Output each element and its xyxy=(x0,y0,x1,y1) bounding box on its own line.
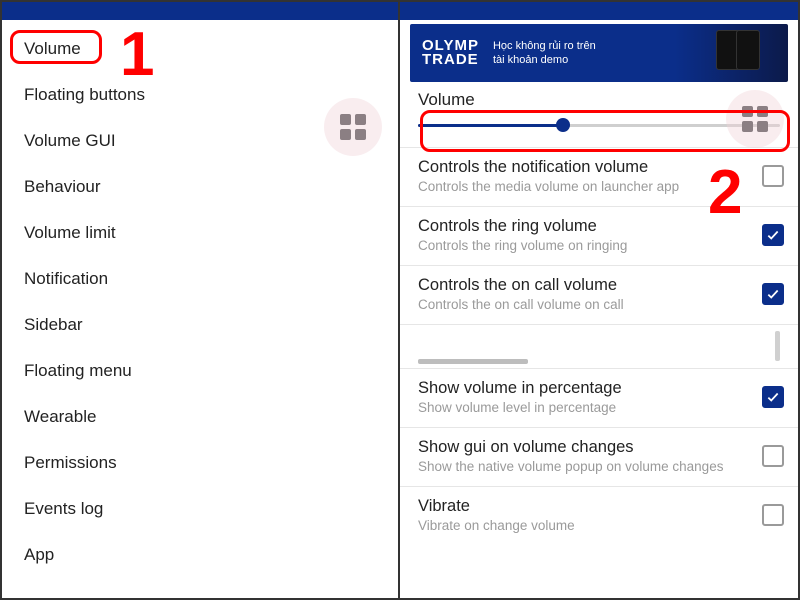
slider-thumb[interactable] xyxy=(556,118,570,132)
scroll-gap xyxy=(400,324,798,368)
grid-icon xyxy=(742,106,768,132)
ad-banner[interactable]: OLYMP TRADE Học không rủi ro trên tài kh… xyxy=(410,24,788,82)
grid-icon xyxy=(340,114,366,140)
ad-text: Học không rủi ro trên tài khoản demo xyxy=(493,39,596,67)
setting-on-call-volume[interactable]: Controls the on call volume Controls the… xyxy=(400,265,798,324)
setting-subtitle: Show volume level in percentage xyxy=(418,400,754,415)
vertical-scrollbar[interactable] xyxy=(775,331,780,361)
setting-title: Show gui on volume changes xyxy=(418,438,754,457)
menu-item-sidebar[interactable]: Sidebar xyxy=(2,302,398,348)
checkbox[interactable] xyxy=(762,283,784,305)
setting-title: Show volume in percentage xyxy=(418,379,754,398)
menu-item-volume-limit[interactable]: Volume limit xyxy=(2,210,398,256)
ad-logo: OLYMP TRADE xyxy=(422,39,479,67)
setting-title: Controls the ring volume xyxy=(418,217,754,236)
setting-subtitle: Controls the on call volume on call xyxy=(418,297,754,312)
checkbox[interactable] xyxy=(762,386,784,408)
phone-icon xyxy=(720,30,780,76)
setting-title: Controls the notification volume xyxy=(418,158,754,177)
menu-item-permissions[interactable]: Permissions xyxy=(2,440,398,486)
setting-title: Controls the on call volume xyxy=(418,276,754,295)
checkbox[interactable] xyxy=(762,445,784,467)
checkbox[interactable] xyxy=(762,504,784,526)
setting-show-percentage[interactable]: Show volume in percentage Show volume le… xyxy=(400,368,798,427)
setting-notification-volume[interactable]: Controls the notification volume Control… xyxy=(400,147,798,206)
menu-item-floating-menu[interactable]: Floating menu xyxy=(2,348,398,394)
status-bar xyxy=(400,2,798,20)
setting-subtitle: Vibrate on change volume xyxy=(418,518,754,533)
app-frame: Volume Floating buttons Volume GUI Behav… xyxy=(0,0,800,600)
horizontal-scrollbar[interactable] xyxy=(418,359,528,364)
setting-vibrate[interactable]: Vibrate Vibrate on change volume xyxy=(400,486,798,545)
menu-item-wearable[interactable]: Wearable xyxy=(2,394,398,440)
right-screenshot: OLYMP TRADE Học không rủi ro trên tài kh… xyxy=(400,2,798,598)
setting-subtitle: Show the native volume popup on volume c… xyxy=(418,459,754,474)
status-bar xyxy=(2,2,398,20)
volume-settings-panel: Volume Controls the notification volume … xyxy=(400,84,798,598)
menu-item-volume[interactable]: Volume xyxy=(2,26,398,72)
left-screenshot: Volume Floating buttons Volume GUI Behav… xyxy=(2,2,400,598)
setting-subtitle: Controls the media volume on launcher ap… xyxy=(418,179,754,194)
menu-item-events-log[interactable]: Events log xyxy=(2,486,398,532)
floating-action-button[interactable] xyxy=(726,90,784,148)
setting-show-gui[interactable]: Show gui on volume changes Show the nati… xyxy=(400,427,798,486)
checkbox[interactable] xyxy=(762,224,784,246)
slider-fill xyxy=(418,124,563,127)
menu-item-app[interactable]: App xyxy=(2,532,398,578)
setting-subtitle: Controls the ring volume on ringing xyxy=(418,238,754,253)
menu-item-behaviour[interactable]: Behaviour xyxy=(2,164,398,210)
menu-item-notification[interactable]: Notification xyxy=(2,256,398,302)
floating-action-button[interactable] xyxy=(324,98,382,156)
setting-ring-volume[interactable]: Controls the ring volume Controls the ri… xyxy=(400,206,798,265)
checkbox[interactable] xyxy=(762,165,784,187)
setting-title: Vibrate xyxy=(418,497,754,516)
